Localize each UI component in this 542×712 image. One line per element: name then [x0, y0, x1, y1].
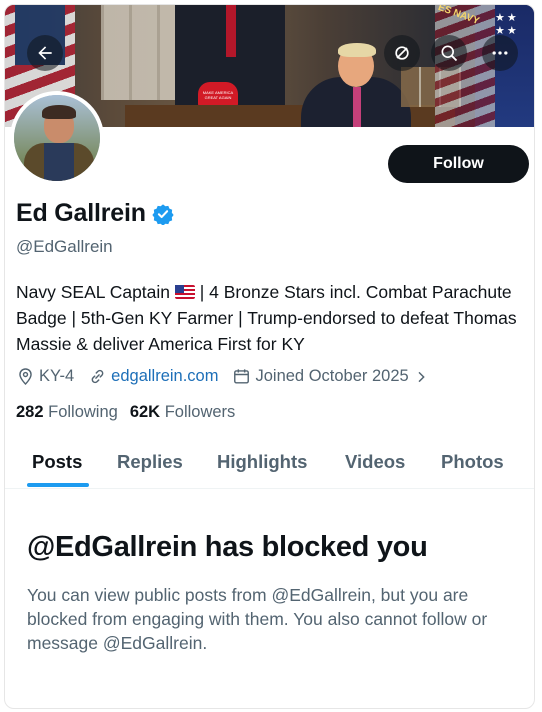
slashed-circle-icon: [395, 46, 409, 60]
verified-badge-icon[interactable]: [152, 203, 174, 225]
bio-text-start: Navy SEAL Captain: [16, 282, 175, 302]
follow-stats: 282 Following 62K Followers: [16, 403, 235, 422]
user-handle: @EdGallrein: [16, 237, 113, 256]
screenshot-frame: MAKE AMERICA GREAT AGAIN ES NAVY ★★ ★★ F…: [0, 0, 542, 712]
blocked-title: @EdGallrein has blocked you: [27, 531, 428, 563]
pink-tie: [353, 87, 361, 127]
search-button[interactable]: [431, 35, 467, 71]
follow-button[interactable]: Follow: [388, 145, 529, 183]
avatar-shirt: [44, 143, 74, 181]
flag-stars: ★★ ★★: [495, 12, 519, 37]
following-count: 282: [16, 403, 44, 421]
mute-button[interactable]: [384, 35, 420, 71]
avatar-hair: [42, 105, 76, 119]
location-text: KY-4: [39, 367, 75, 385]
chevron-right-icon: [418, 371, 425, 382]
following-label: Following: [48, 403, 118, 421]
profile-meta: KY-4 edgallrein.com Joined October 2025: [16, 367, 447, 386]
tab-highlights[interactable]: Highlights: [217, 435, 307, 489]
tab-posts[interactable]: Posts: [32, 435, 82, 489]
profile-card: MAKE AMERICA GREAT AGAIN ES NAVY ★★ ★★ F…: [4, 4, 535, 709]
avatar[interactable]: [10, 91, 104, 185]
name-row: Ed Gallrein: [16, 199, 174, 228]
profile-tabs: Posts Replies Highlights Videos Photos: [5, 435, 534, 489]
followers-stat[interactable]: 62K Followers: [130, 403, 235, 421]
red-tie: [226, 5, 236, 57]
website-link[interactable]: edgallrein.com: [111, 367, 218, 386]
website-item[interactable]: edgallrein.com: [88, 367, 218, 386]
search-icon: [441, 45, 458, 62]
more-button[interactable]: [482, 35, 518, 71]
display-name: Ed Gallrein: [16, 199, 146, 227]
active-tab-indicator: [27, 483, 89, 487]
followers-label: Followers: [164, 403, 236, 421]
joined-text: Joined October 2025: [255, 367, 409, 385]
tab-replies[interactable]: Replies: [117, 435, 183, 489]
back-button[interactable]: [27, 35, 63, 71]
tab-videos[interactable]: Videos: [345, 435, 405, 489]
us-flag-icon: [174, 285, 195, 299]
seated-hair: [338, 43, 376, 57]
calendar-icon: [234, 369, 250, 384]
joined-item[interactable]: Joined October 2025: [232, 367, 432, 386]
link-icon: [91, 369, 104, 384]
followers-count: 62K: [129, 403, 161, 421]
more-horizontal-icon: [492, 51, 508, 55]
svg-text:GREAT AGAIN: GREAT AGAIN: [205, 95, 232, 100]
following-stat[interactable]: 282 Following: [16, 403, 118, 421]
arrow-left-icon: [38, 46, 52, 60]
blocked-message: You can view public posts from @EdGallre…: [27, 585, 488, 653]
profile-bio: Navy SEAL Captain | 4 Bronze Stars incl.…: [16, 279, 526, 357]
tab-photos[interactable]: Photos: [441, 435, 504, 489]
location-item: KY-4: [16, 367, 74, 386]
location-pin-icon: [19, 368, 32, 386]
